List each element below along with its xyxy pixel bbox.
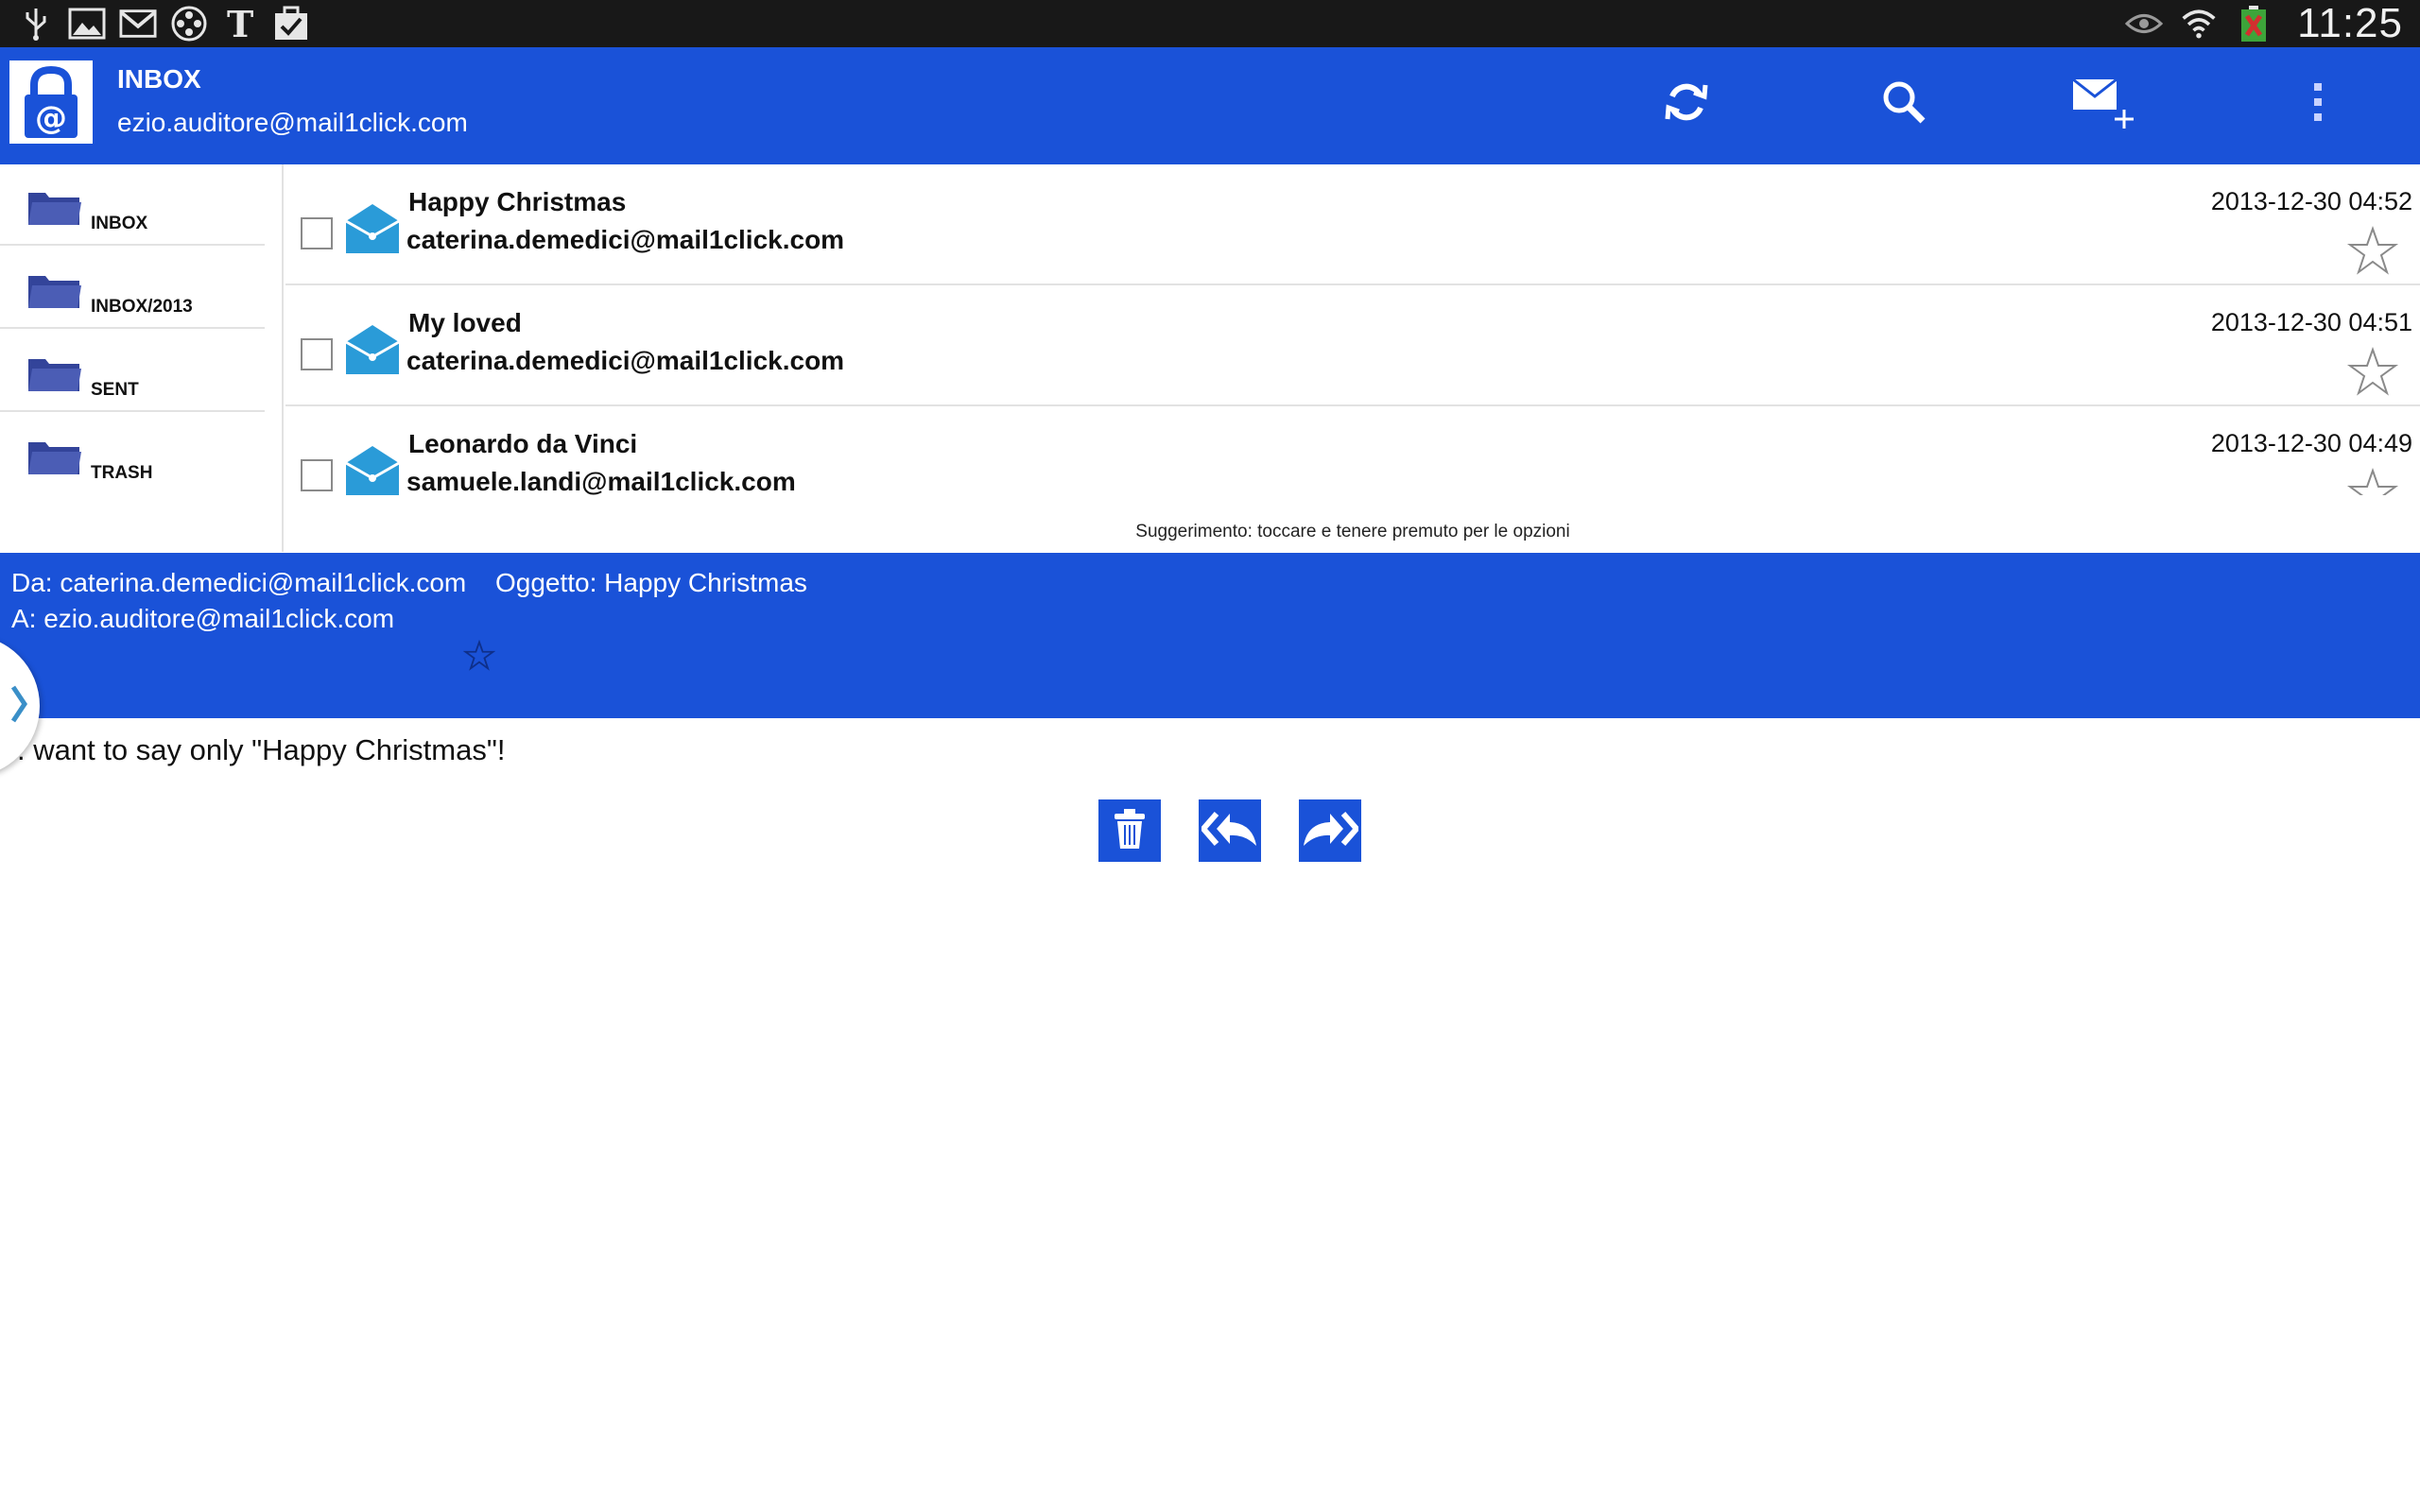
action-bar: @ INBOX ezio.auditore@mail1click.com <box>0 47 2420 164</box>
message-subject: Leonardo da Vinci <box>408 429 638 458</box>
star-icon[interactable] <box>2346 225 2399 278</box>
svg-text:T: T <box>227 5 253 43</box>
chevron-right-icon <box>9 683 28 730</box>
refresh-icon <box>1662 77 1711 131</box>
usb-icon <box>17 5 55 43</box>
message-sender: caterina.demedici@mail1click.com <box>406 225 845 254</box>
folder-label: INBOX/2013 <box>91 297 193 317</box>
reel-icon <box>170 5 208 43</box>
star-icon[interactable] <box>2346 346 2399 399</box>
search-icon <box>1879 77 1928 131</box>
folder-title: INBOX <box>117 64 201 94</box>
folder-sidebar: INBOX INBOX/2013 SENT TRASH <box>0 164 284 552</box>
message-list: Happy Christmas caterina.demedici@mail1c… <box>285 164 2420 552</box>
hint-text: Suggerimento: toccare e tenere premuto p… <box>1135 522 1570 541</box>
delete-button[interactable] <box>1098 799 1161 862</box>
image-icon <box>68 5 106 43</box>
folder-label: TRASH <box>91 463 153 483</box>
svg-text:@: @ <box>35 99 67 137</box>
envelope-icon <box>342 319 403 380</box>
message-subject: My loved <box>408 308 522 337</box>
preview-from: Da: caterina.demedici@mail1click.com <box>11 568 467 597</box>
notification-icons: T <box>17 0 310 47</box>
folder-item-sent[interactable]: SENT <box>0 331 265 412</box>
eye-icon <box>2125 5 2164 43</box>
forward-button[interactable] <box>1299 799 1361 862</box>
reply-all-icon <box>1200 810 1258 852</box>
message-checkbox[interactable] <box>301 338 333 370</box>
message-row[interactable]: My loved caterina.demedici@mail1click.co… <box>285 285 2420 406</box>
compose-icon <box>2071 74 2137 135</box>
task-icon <box>272 5 310 43</box>
compose-button[interactable] <box>2071 74 2137 135</box>
folder-item-inbox[interactable]: INBOX <box>0 164 265 246</box>
message-checkbox[interactable] <box>301 217 333 249</box>
message-row[interactable]: Leonardo da Vinci samuele.landi@mail1cli… <box>285 406 2420 527</box>
message-date: 2013-12-30 04:52 <box>2210 187 2412 215</box>
message-preview-header: Da: caterina.demedici@mail1click.com Ogg… <box>0 553 2420 718</box>
overflow-menu-button[interactable] <box>2288 74 2348 134</box>
folder-label: SENT <box>91 380 139 400</box>
folder-icon <box>26 438 83 476</box>
status-bar: T 11:25 <box>0 0 2420 47</box>
forward-icon <box>1302 810 1360 852</box>
search-button[interactable] <box>1874 74 1934 134</box>
reply-all-button[interactable] <box>1199 799 1261 862</box>
envelope-icon <box>342 440 403 501</box>
message-row[interactable]: Happy Christmas caterina.demedici@mail1c… <box>285 164 2420 285</box>
message-date: 2013-12-30 04:51 <box>2210 308 2412 336</box>
folder-item-trash[interactable]: TRASH <box>0 414 265 495</box>
star-icon[interactable] <box>462 639 496 672</box>
message-sender: caterina.demedici@mail1click.com <box>406 346 845 375</box>
nytimes-icon: T <box>221 5 259 43</box>
folder-icon <box>26 355 83 393</box>
overflow-menu-icon <box>2310 77 2325 131</box>
folder-label: INBOX <box>91 214 148 233</box>
message-checkbox[interactable] <box>301 459 333 491</box>
message-body: . want to say only "Happy Christmas"! <box>17 733 506 766</box>
refresh-button[interactable] <box>1656 74 1717 134</box>
app-logo-icon[interactable]: @ <box>9 60 93 144</box>
envelope-icon <box>342 198 403 259</box>
wifi-icon <box>2180 5 2218 43</box>
system-icons: 11:25 <box>2125 0 2403 47</box>
folder-icon <box>26 272 83 310</box>
message-date: 2013-12-30 04:49 <box>2210 429 2412 457</box>
message-sender: samuele.landi@mail1click.com <box>406 467 796 496</box>
folder-item-inbox-2013[interactable]: INBOX/2013 <box>0 248 265 329</box>
gmail-icon <box>119 5 157 43</box>
message-actions <box>1098 799 1361 862</box>
preview-subject: Oggetto: Happy Christmas <box>495 568 807 597</box>
clock: 11:25 <box>2297 0 2403 46</box>
message-subject: Happy Christmas <box>408 187 627 216</box>
trash-icon <box>1113 808 1147 854</box>
account-email: ezio.auditore@mail1click.com <box>117 108 468 137</box>
preview-to: A: ezio.auditore@mail1click.com <box>11 604 395 633</box>
star-icon[interactable] <box>2346 467 2399 495</box>
folder-icon <box>26 189 83 227</box>
battery-icon <box>2235 5 2273 43</box>
